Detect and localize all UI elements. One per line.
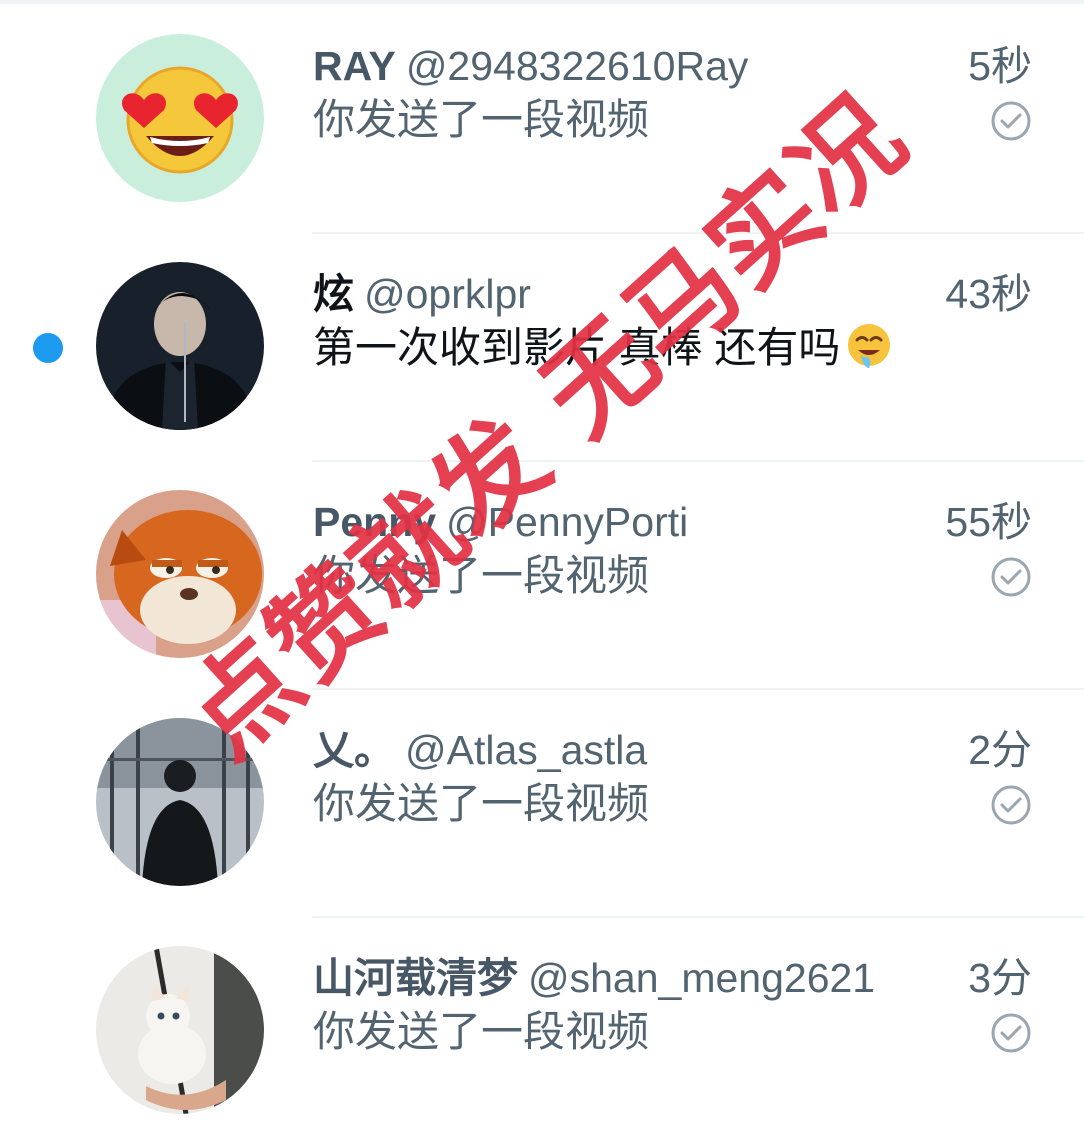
timestamp: 2分 xyxy=(968,727,1032,773)
user-handle: @shan_meng2621 xyxy=(528,955,876,1001)
conversation-header: 乂。 @Atlas_astla xyxy=(313,724,884,776)
message-preview: 你发送了一段视频 xyxy=(313,96,650,143)
sent-check-icon xyxy=(991,785,1031,825)
timestamp: 43秒 xyxy=(945,271,1032,317)
conversation-header: 山河载清梦 @shan_meng2621 xyxy=(313,952,884,1004)
message-preview: 你发送了一段视频 xyxy=(313,780,650,827)
user-handle: @oprklpr xyxy=(364,271,531,317)
message-preview: 第一次收到影片 真棒 还有吗 xyxy=(313,320,894,376)
display-name[interactable]: 乂。 xyxy=(313,727,395,773)
sent-check-icon xyxy=(991,557,1031,597)
heart-eyes-emoji-avatar[interactable] xyxy=(96,34,264,202)
dm-conversation-list: RAY @2948322610Ray 5秒 你发送了一段视频 炫 @oprklpr … xyxy=(0,4,1084,1144)
dark-portrait-avatar[interactable] xyxy=(96,262,264,430)
conversation-header: Penny @PennyPorti xyxy=(313,496,884,548)
display-name[interactable]: 炫 xyxy=(313,271,354,317)
message-preview: 你发送了一段视频 xyxy=(313,1008,650,1055)
white-kitten-avatar[interactable] xyxy=(96,946,264,1114)
conversation-row[interactable]: 炫 @oprklpr 43秒 第一次收到影片 真棒 还有吗 xyxy=(0,232,1084,460)
conversation-row[interactable]: 山河载清梦 @shan_meng2621 3分 你发送了一段视频 xyxy=(0,916,1084,1144)
user-handle: @Atlas_astla xyxy=(405,727,648,773)
unread-indicator xyxy=(33,333,63,363)
sent-check-icon xyxy=(991,1013,1031,1053)
fox-plush-avatar[interactable] xyxy=(96,490,264,658)
conversation-row[interactable]: Penny @PennyPorti 55秒 你发送了一段视频 xyxy=(0,460,1084,688)
conversation-header: 炫 @oprklpr xyxy=(313,268,884,320)
message-preview: 你发送了一段视频 xyxy=(313,552,650,599)
timestamp: 5秒 xyxy=(968,43,1032,89)
timestamp: 55秒 xyxy=(945,499,1032,545)
conversation-row[interactable]: 乂。 @Atlas_astla 2分 你发送了一段视频 xyxy=(0,688,1084,916)
user-handle: @PennyPorti xyxy=(446,499,689,545)
silhouette-photo-avatar[interactable] xyxy=(96,718,264,886)
message-preview-text: 第一次收到影片 真棒 还有吗 xyxy=(313,324,841,371)
conversation-row[interactable]: RAY @2948322610Ray 5秒 你发送了一段视频 xyxy=(0,4,1084,232)
sent-check-icon xyxy=(991,101,1031,141)
display-name[interactable]: RAY xyxy=(313,43,396,89)
display-name[interactable]: Penny xyxy=(313,499,436,545)
user-handle: @2948322610Ray xyxy=(405,43,749,89)
drooling-face-icon xyxy=(848,324,891,368)
display-name[interactable]: 山河载清梦 xyxy=(313,955,518,1001)
timestamp: 3分 xyxy=(968,955,1032,1001)
conversation-header: RAY @2948322610Ray xyxy=(313,40,884,92)
